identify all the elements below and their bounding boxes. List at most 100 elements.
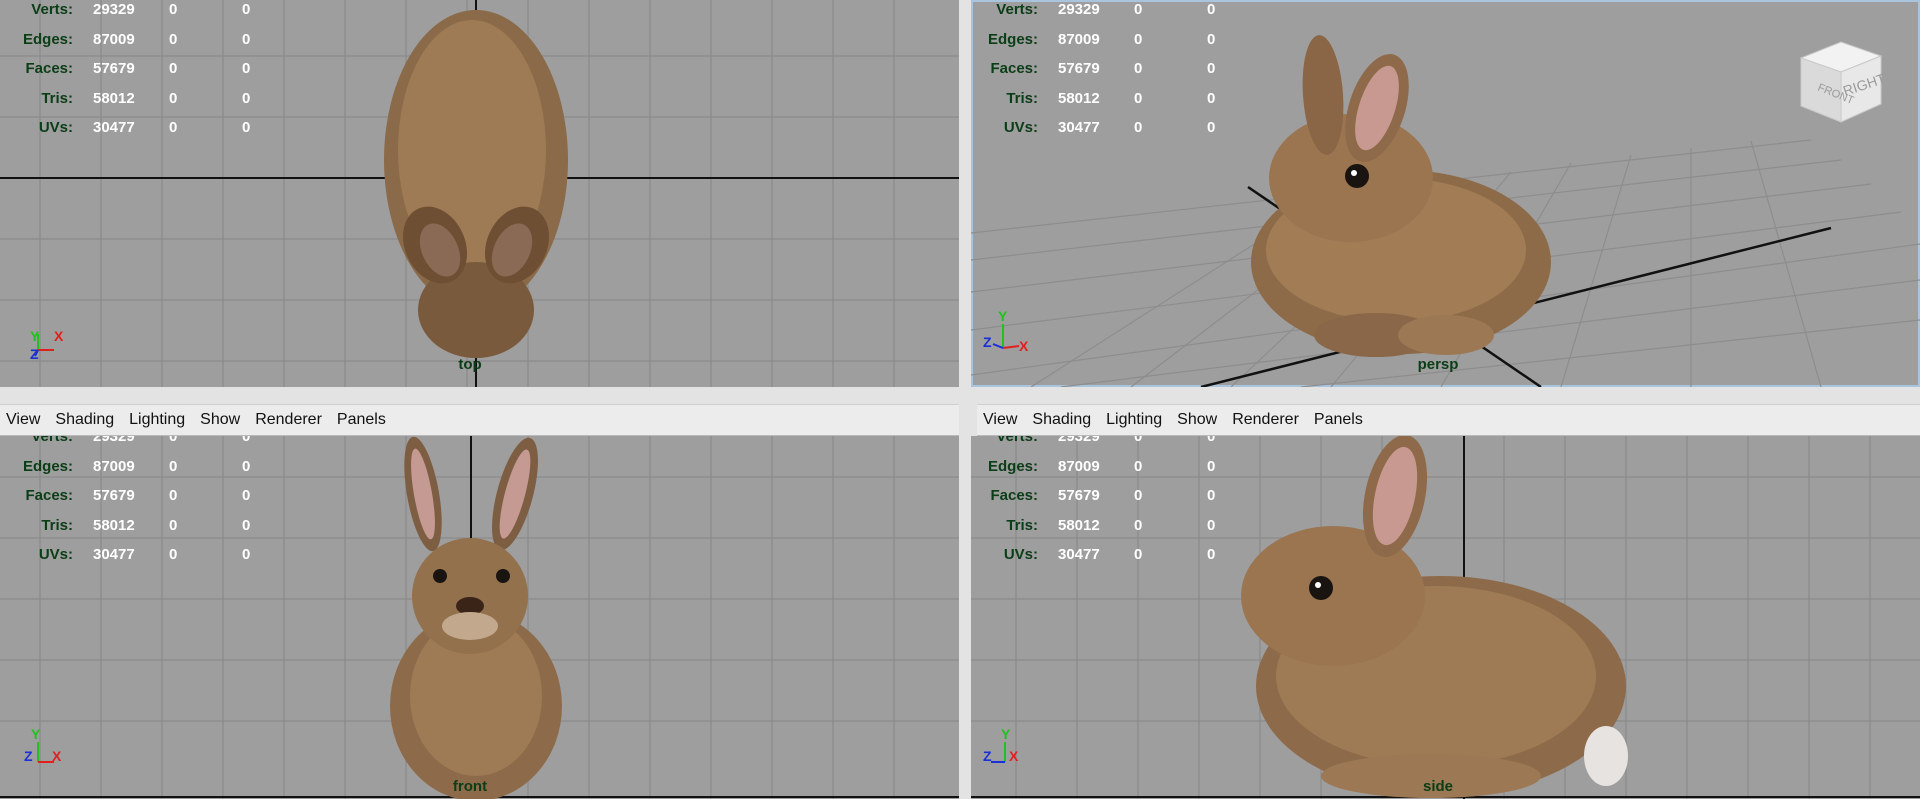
hud-label: Faces: — [990, 60, 1038, 78]
panel-menu-bar-side: View Shading Lighting Show Renderer Pane… — [977, 404, 1920, 436]
hud-selected-2: 0 — [242, 487, 251, 505]
axis-z-label: Z — [983, 334, 992, 350]
hud-label: Tris: — [1006, 89, 1038, 107]
hud-selected-2: 0 — [1207, 119, 1216, 137]
poly-count-hud: Verts: 29329 0 0 Edges: 87009 0 0 Faces: 57679 0… — [0, 0, 282, 143]
viewport-top[interactable]: Verts: 29329 0 0 Edges: 87009 0 0 Faces: 57679 0… — [0, 0, 959, 387]
axis-y-label: Y — [1001, 726, 1011, 742]
bunny-model-persp[interactable] — [1251, 34, 1551, 357]
hud-label: Edges: — [987, 457, 1038, 475]
hud-selected-2: 0 — [1207, 436, 1216, 446]
menu-renderer[interactable]: Renderer — [255, 411, 322, 429]
hud-selected: 0 — [169, 60, 178, 78]
menu-renderer[interactable]: Renderer — [1232, 411, 1299, 429]
hud-total: 58012 — [93, 89, 135, 107]
hud-row-uvs: UVs: 30477 0 0 — [0, 540, 282, 570]
hud-total: 57679 — [93, 60, 135, 78]
hud-selected: 0 — [169, 119, 178, 137]
axis-indicator: Y X Z — [26, 326, 86, 376]
camera-name-front: front — [452, 778, 488, 795]
hud-label: Tris: — [41, 516, 73, 534]
menu-panels[interactable]: Panels — [1314, 411, 1363, 429]
bunny-model-front[interactable] — [390, 436, 562, 799]
hud-row-faces: Faces: 57679 0 0 — [0, 54, 282, 84]
hud-total: 57679 — [1058, 487, 1100, 505]
menu-show[interactable]: Show — [1177, 411, 1217, 429]
hud-selected-2: 0 — [242, 119, 251, 137]
hud-row-verts: Verts: 29329 0 0 — [0, 0, 282, 25]
hud-selected: 0 — [169, 89, 178, 107]
hud-total: 87009 — [1058, 30, 1100, 48]
hud-selected-2: 0 — [242, 89, 251, 107]
hud-row-verts: Verts: 29329 0 0 — [0, 436, 282, 452]
hud-selected-2: 0 — [1207, 1, 1216, 19]
axis-z-label: Z — [30, 346, 39, 362]
bunny-model-side[interactable] — [1241, 436, 1628, 798]
hud-row-tris: Tris: 58012 0 0 — [0, 511, 282, 541]
menu-shading[interactable]: Shading — [55, 411, 114, 429]
hud-label: UVs: — [1003, 119, 1038, 137]
hud-selected: 0 — [1134, 436, 1143, 446]
poly-count-hud: Verts: 29329 0 0 Edges: 87009 0 0 Faces: 57679 0… — [0, 436, 282, 570]
menu-lighting[interactable]: Lighting — [129, 411, 185, 429]
hud-selected-2: 0 — [1207, 487, 1216, 505]
hud-selected-2: 0 — [242, 436, 251, 446]
menu-view[interactable]: View — [983, 411, 1017, 429]
hud-total: 29329 — [1058, 436, 1100, 446]
hud-row-uvs: UVs: 30477 0 0 — [971, 113, 1247, 143]
hud-total: 87009 — [93, 457, 135, 475]
panel-menu-bar-front: View Shading Lighting Show Renderer Pane… — [0, 404, 959, 436]
axis-indicator: Y Z X — [24, 726, 84, 776]
hud-selected: 0 — [169, 436, 178, 446]
hud-total: 29329 — [93, 436, 135, 446]
hud-selected: 0 — [1134, 89, 1143, 107]
hud-label: Tris: — [41, 89, 73, 107]
hud-label: UVs: — [38, 546, 73, 564]
hud-row-edges: Edges: 87009 0 0 — [0, 25, 282, 55]
hud-label: Edges: — [22, 457, 73, 475]
hud-selected: 0 — [1134, 1, 1143, 19]
bunny-model-top[interactable] — [384, 10, 568, 358]
hud-row-edges: Edges: 87009 0 0 — [971, 452, 1247, 482]
hud-selected-2: 0 — [242, 1, 251, 19]
menu-lighting[interactable]: Lighting — [1106, 411, 1162, 429]
view-cube-shape[interactable]: FRONT RIGHT — [1793, 38, 1889, 128]
hud-row-uvs: UVs: 30477 0 0 — [0, 113, 282, 143]
axis-y-label: Y — [30, 328, 40, 344]
hud-total: 30477 — [1058, 546, 1100, 564]
poly-count-hud: Verts: 29329 0 0 Edges: 87009 0 0 Faces: 57679 0… — [971, 436, 1247, 570]
view-cube[interactable]: FRONT RIGHT — [1793, 38, 1889, 133]
hud-total: 30477 — [1058, 119, 1100, 137]
hud-total: 87009 — [1058, 457, 1100, 475]
viewport-side[interactable]: Verts: 29329 0 0 Edges: 87009 0 0 Faces: 57679 0… — [971, 436, 1920, 799]
hud-selected-2: 0 — [1207, 516, 1216, 534]
menu-show[interactable]: Show — [200, 411, 240, 429]
hud-selected-2: 0 — [1207, 546, 1216, 564]
hud-total: 30477 — [93, 546, 135, 564]
axis-x-label: X — [54, 328, 64, 344]
viewport-persp[interactable]: Verts: 29329 0 0 Edges: 87009 0 0 Faces: 57679 0… — [971, 0, 1920, 387]
axis-indicator: Y Z X — [983, 308, 1043, 358]
axis-y-label: Y — [31, 726, 41, 742]
hud-label: UVs: — [1003, 546, 1038, 564]
hud-label: Edges: — [987, 30, 1038, 48]
hud-selected-2: 0 — [242, 546, 251, 564]
hud-selected: 0 — [1134, 60, 1143, 78]
hud-row-tris: Tris: 58012 0 0 — [0, 84, 282, 114]
hud-selected: 0 — [169, 30, 178, 48]
menu-shading[interactable]: Shading — [1032, 411, 1091, 429]
menu-panels[interactable]: Panels — [337, 411, 386, 429]
hud-total: 58012 — [1058, 89, 1100, 107]
hud-selected: 0 — [1134, 457, 1143, 475]
axis-indicator: Y Z X — [983, 726, 1043, 776]
hud-row-verts: Verts: 29329 0 0 — [971, 436, 1247, 452]
axis-x-label: X — [52, 748, 62, 764]
camera-name-side: side — [1422, 778, 1454, 795]
hud-selected: 0 — [1134, 516, 1143, 534]
viewport-front[interactable]: Verts: 29329 0 0 Edges: 87009 0 0 Faces: 57679 0… — [0, 436, 959, 799]
hud-label: Edges: — [22, 30, 73, 48]
hud-row-tris: Tris: 58012 0 0 — [971, 84, 1247, 114]
menu-view[interactable]: View — [6, 411, 40, 429]
hud-total: 29329 — [93, 1, 135, 19]
hud-label: Faces: — [25, 60, 73, 78]
